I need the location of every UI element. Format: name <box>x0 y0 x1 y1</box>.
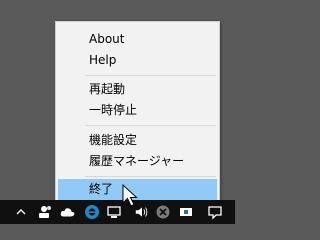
menu-item-settings[interactable]: 機能設定 <box>58 130 217 151</box>
menu-item-pause[interactable]: 一時停止 <box>58 100 217 121</box>
tray-context-menu: About Help 再起動 一時停止 機能設定 履歴マネージャー 終了 <box>55 21 220 203</box>
network-icon[interactable] <box>106 204 122 220</box>
notification-icon[interactable] <box>207 204 223 220</box>
taskbar <box>0 200 235 224</box>
chevron-up-icon[interactable] <box>13 204 29 220</box>
menu-item-restart[interactable]: 再起動 <box>58 79 217 100</box>
people-icon[interactable] <box>36 204 52 220</box>
edge-icon[interactable] <box>84 204 100 220</box>
stop-icon[interactable] <box>155 204 171 220</box>
menu-item-about[interactable]: About <box>58 29 217 50</box>
menu-separator <box>85 176 216 177</box>
menu-item-history-manager[interactable]: 履歴マネージャー <box>58 151 217 172</box>
mouse-pointer-icon <box>122 184 138 207</box>
menu-separator <box>85 75 216 76</box>
menu-separator <box>85 125 216 126</box>
menu-item-help[interactable]: Help <box>58 50 217 71</box>
battery-icon[interactable] <box>178 204 194 220</box>
cloud-icon[interactable] <box>60 204 76 220</box>
